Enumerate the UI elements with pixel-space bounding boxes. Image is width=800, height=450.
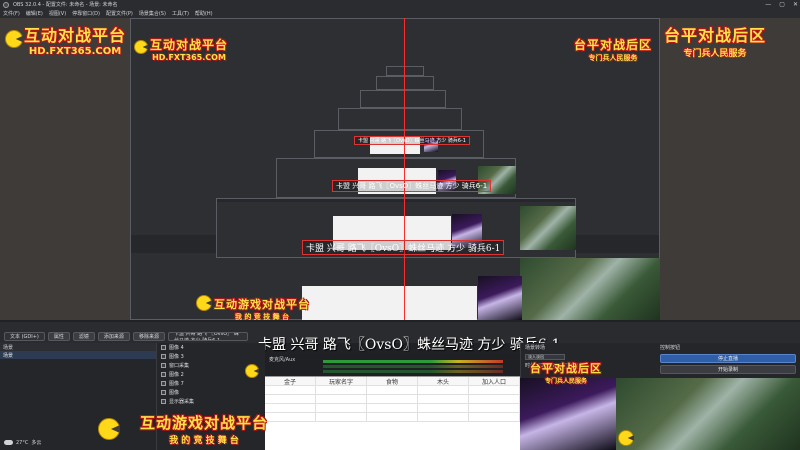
column-header: 金子: [265, 377, 316, 386]
table-header-row: 金子 玩家名字 食物 木头 加入人口: [265, 377, 520, 386]
logo-top-right: 台平对战后区 专门兵人民服务: [664, 26, 767, 59]
cloud-icon: [4, 440, 13, 445]
source-item[interactable]: 图像 3: [157, 352, 265, 361]
obs-logo-icon: [3, 1, 9, 8]
column-header: 食物: [367, 377, 418, 386]
pacman-mascot-icon: [245, 364, 259, 378]
transition-type-select[interactable]: 淡入淡出: [525, 353, 565, 360]
image-icon: [161, 354, 166, 359]
table-row: [265, 413, 520, 422]
pacman-mascot-icon: [5, 30, 23, 48]
logo-inner-right: 台平对战后区 专门兵人民服务: [574, 38, 653, 62]
filters-button[interactable]: 滤镜: [72, 332, 95, 341]
volume-meter: [323, 365, 503, 368]
forest-image: [616, 378, 800, 450]
logo-top-left: 互动对战平台 HD.FXT365.COM: [24, 26, 127, 57]
image-icon: [161, 372, 166, 377]
source-item[interactable]: 图像 7: [157, 379, 265, 388]
scenes-header: 场景: [0, 343, 156, 351]
table-row: [265, 386, 520, 395]
pc-image: [520, 378, 616, 450]
banner-text-main: 卡盟 兴哥 路飞〖OvsO〗蛛丝马迹 方少 骑兵6-1: [258, 337, 561, 353]
source-item[interactable]: 显示器采集: [157, 397, 265, 406]
menu-help[interactable]: 帮助(H): [195, 10, 213, 17]
menu-file[interactable]: 文件(F): [3, 10, 20, 17]
mixer-channel-label: 麦克风/Aux: [269, 357, 296, 363]
column-header: 木头: [418, 377, 469, 386]
pacman-mascot-icon: [134, 40, 148, 54]
maximize-button[interactable]: ▢: [779, 1, 785, 8]
scene-item[interactable]: 场景: [0, 351, 156, 359]
minimize-button[interactable]: —: [765, 1, 771, 8]
menu-scene-collection[interactable]: 场景集合(S): [139, 10, 166, 17]
preview-canvas[interactable]: 互动对战平台 HD.FXT365.COM 互动对战平台 HD.FXT365.CO…: [0, 18, 800, 320]
recursive-capture-layer: [386, 66, 424, 76]
add-source-button[interactable]: 添加来源: [97, 332, 130, 341]
menu-view[interactable]: 视图(V): [49, 10, 66, 17]
source-item[interactable]: 图像: [157, 388, 265, 397]
volume-meter: [323, 360, 503, 363]
stop-stream-button[interactable]: 停止直播: [660, 354, 796, 363]
banner-text-nested: 卡盟 兴哥 路飞〖OvsO〗蛛丝马迹 方少 骑兵6-1: [354, 136, 470, 145]
properties-button[interactable]: 属性: [47, 332, 70, 341]
menu-profile[interactable]: 配置文件(P): [106, 10, 133, 17]
text-source-field[interactable]: 卡盟 兴哥 路飞 〖OvsO〗 蛛丝马迹 方少 骑兵6-1: [167, 332, 248, 341]
nested-spreadsheet: [302, 286, 477, 320]
logo-inner-left: 互动对战平台 HD.FXT365.COM: [150, 38, 229, 62]
title-bar: OBS 32.0.4 - 配置文件: 未命名 - 场景: 未命名 — ▢ ✕: [0, 0, 800, 9]
image-icon: [161, 381, 166, 386]
forest-image: [520, 258, 660, 320]
start-recording-button[interactable]: 开始录制: [660, 365, 796, 374]
pc-image: [478, 276, 522, 320]
remove-source-button[interactable]: 移除来源: [132, 332, 165, 341]
recursive-capture-layer: [376, 76, 434, 90]
menu-bar: 文件(F) 编辑(E) 视图(V) 停靠窗口(D) 配置文件(P) 场景集合(S…: [0, 9, 800, 18]
banner-text-nested: 卡盟 兴哥 路飞〖OvsO〗蛛丝马迹 方少 骑兵6-1: [302, 240, 505, 255]
pacman-mascot-icon: [196, 295, 212, 311]
controls-header: 控制按钮: [660, 345, 681, 351]
pacman-mascot-icon: [98, 418, 120, 440]
weather-widget: 27°C 多云: [4, 439, 41, 446]
source-item[interactable]: 图像 4: [157, 343, 265, 352]
pacman-mascot-icon: [618, 430, 634, 446]
logo-bottom-right: 台平对战后区 专门兵人民服务: [530, 362, 602, 385]
image-icon: [161, 345, 166, 350]
transition-header: 场景转场: [525, 345, 546, 351]
captured-spreadsheet: 金子 玩家名字 食物 木头 加入人口: [265, 376, 520, 450]
menu-docks[interactable]: 停靠窗口(D): [72, 10, 100, 17]
menu-tools[interactable]: 工具(T): [172, 10, 189, 17]
controls-dock: 控制按钮 停止直播 开始录制: [656, 343, 800, 378]
image-icon: [161, 390, 166, 395]
recursive-capture-layer: [360, 90, 446, 108]
temperature: 27°C: [16, 439, 29, 446]
column-header: 玩家名字: [316, 377, 367, 386]
forest-image: [520, 206, 576, 250]
window-title: OBS 32.0.4 - 配置文件: 未命名 - 场景: 未命名: [13, 2, 118, 8]
menu-edit[interactable]: 编辑(E): [26, 10, 43, 17]
banner-text-nested: 卡盟 兴哥 路飞〖OvsO〗蛛丝马迹 方少 骑兵6-1: [332, 180, 492, 192]
column-header: 加入人口: [469, 377, 520, 386]
table-row: [265, 395, 520, 404]
audio-mixer: 麦克风/Aux: [265, 354, 520, 378]
monitor-icon: [161, 399, 166, 404]
source-toolbar-strip: [0, 322, 800, 330]
recursive-capture-layer: [338, 108, 462, 130]
volume-slider[interactable]: [323, 370, 503, 373]
close-button[interactable]: ✕: [793, 1, 798, 8]
table-row: [265, 404, 520, 413]
center-guide-line: [404, 18, 405, 320]
scenes-dock: 场景 场景 27°C 多云: [0, 343, 157, 450]
window-controls: — ▢ ✕: [765, 0, 798, 9]
logo-inner-bottom: 互动游戏对战平台 我 的 竞 技 舞 台: [214, 298, 310, 320]
weather-condition: 多云: [31, 440, 42, 446]
selected-source-label: 文本 (GDI+): [4, 332, 45, 341]
window-icon: [161, 363, 166, 368]
logo-bottom-left: 互动游戏对战平台 我 的 竞 技 舞 台: [140, 414, 269, 446]
